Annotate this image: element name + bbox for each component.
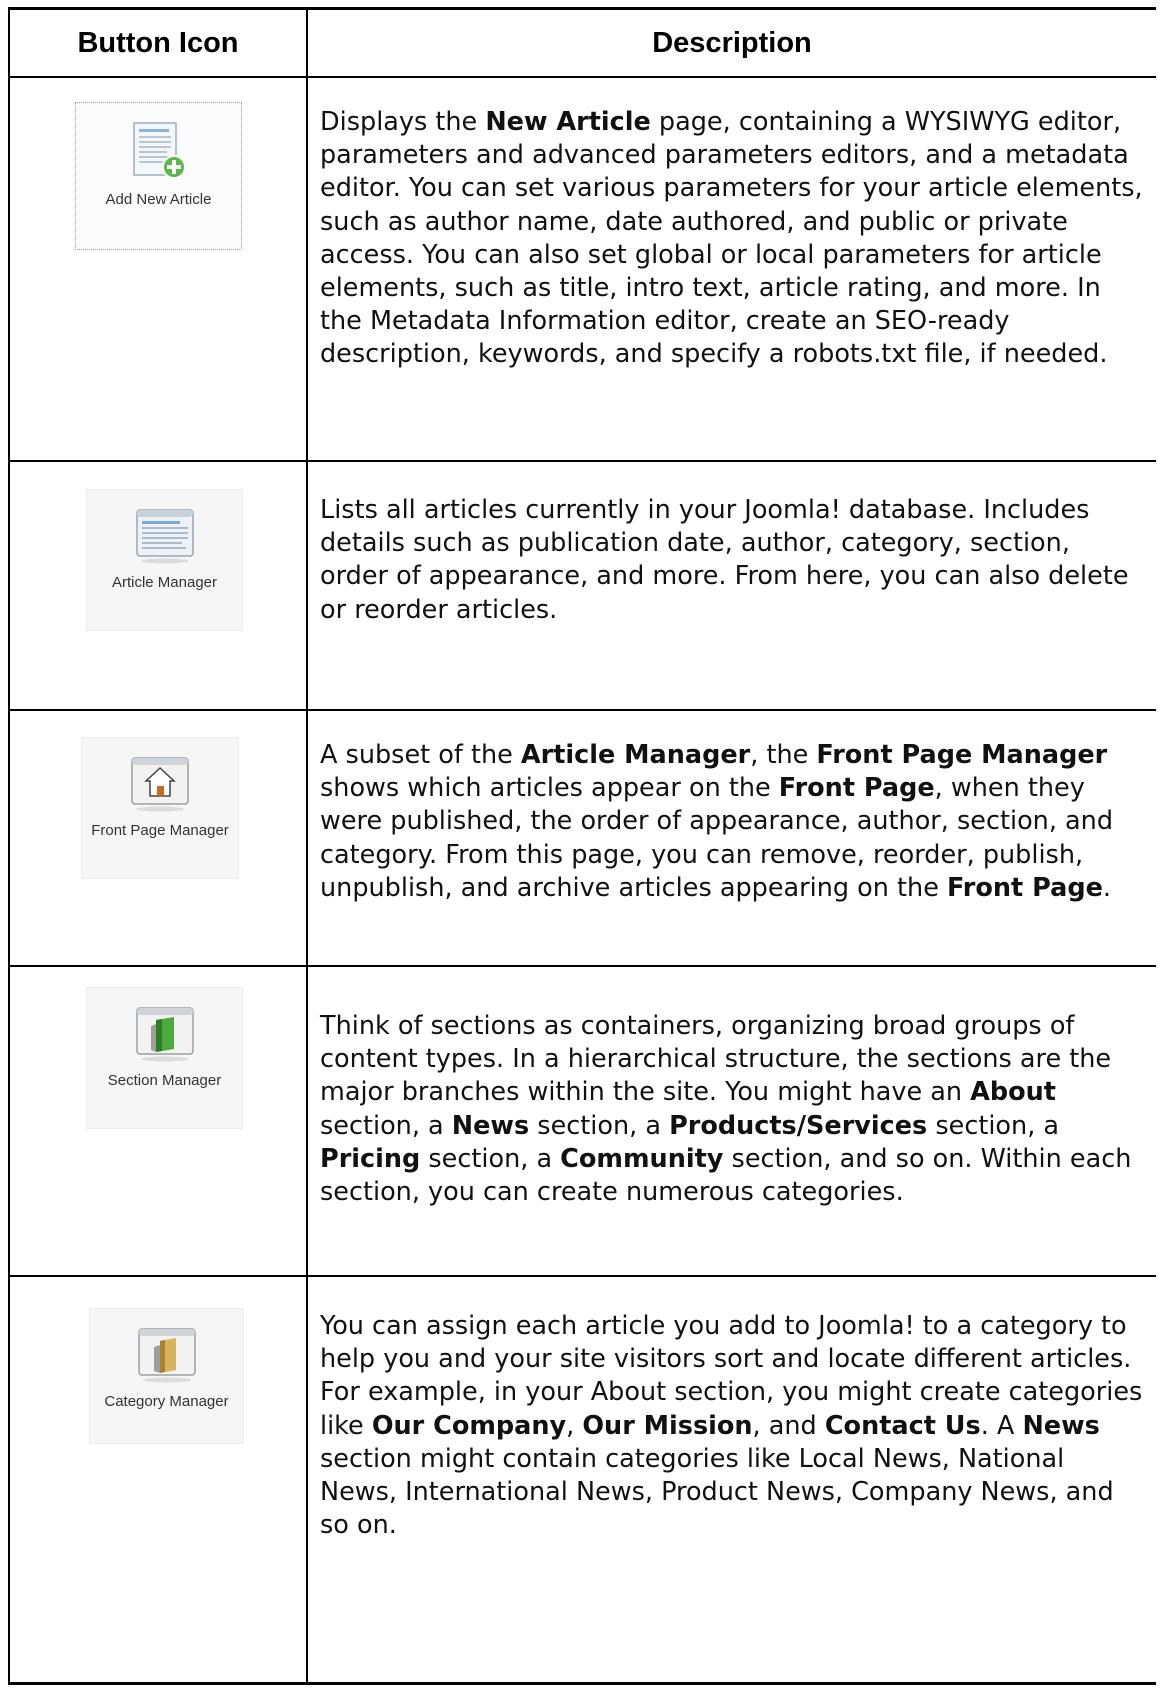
icon-cell: Add New Article [10, 78, 308, 460]
button-label: Add New Article [105, 191, 212, 208]
description-text: Displays the [320, 107, 486, 137]
table-row: Add New Article Displays the New Article… [10, 78, 1156, 462]
bold-term: New Article [485, 107, 651, 137]
bold-term: Our Company [371, 1410, 567, 1441]
table-row: Category Manager You can assign each art… [10, 1277, 1156, 1682]
button-label: Section Manager [107, 1072, 222, 1089]
bold-term: Contact Us [824, 1410, 981, 1441]
button-label: Category Manager [104, 1393, 229, 1410]
description-text: . A [980, 1410, 1023, 1441]
bold-term: Article Manager [520, 740, 751, 770]
bold-term: Products/Services [669, 1110, 928, 1141]
category-manager-button[interactable]: Category Manager [89, 1308, 244, 1444]
header-description: Description [652, 26, 812, 59]
icon-cell: Article Manager [10, 462, 308, 709]
description-cell: Displays the New Article page, containin… [308, 78, 1156, 460]
button-label: Article Manager [111, 574, 218, 591]
description-cell: Think of sections as containers, organiz… [308, 967, 1156, 1275]
description-cell: Lists all articles currently in your Joo… [308, 462, 1156, 709]
article-manager-icon [135, 509, 194, 564]
bold-term: About [970, 1077, 1056, 1108]
bold-term: News [1022, 1410, 1100, 1441]
bold-term: Front Page [778, 773, 935, 804]
section-manager-button[interactable]: Section Manager [86, 987, 243, 1129]
bold-term: Front Page Manager [816, 740, 1108, 770]
bold-term: Our Mission [582, 1410, 753, 1441]
button-label: Front Page Manager [91, 822, 229, 839]
description-text: , [566, 1410, 583, 1441]
description-text: , and [752, 1410, 825, 1441]
description-text: section, a [927, 1110, 1060, 1141]
description-text: A subset of the [320, 740, 521, 770]
row-description: Displays the New Article page, containin… [320, 106, 1146, 372]
bold-term: Front Page [947, 872, 1103, 903]
icon-cell: Front Page Manager [10, 711, 308, 965]
description-text: section might contain categories like Lo… [320, 1443, 1114, 1541]
table-row: Front Page Manager A subset of the Artic… [10, 711, 1156, 967]
description-cell: A subset of the Article Manager, the Fro… [308, 711, 1156, 965]
description-text: section, a [320, 1110, 452, 1141]
description-text: . [1102, 872, 1111, 903]
table-row: Section Manager Think of sections as con… [10, 967, 1156, 1277]
description-text: , the [750, 740, 817, 770]
table-header-row: Button Icon Description [10, 10, 1156, 78]
article-manager-button[interactable]: Article Manager [86, 489, 243, 631]
icon-cell: Section Manager [10, 967, 308, 1275]
front-page-manager-icon [131, 757, 189, 812]
section-manager-icon [135, 1007, 194, 1062]
row-description: You can assign each article you add to J… [320, 1310, 1146, 1542]
description-text: shows which articles appear on the [320, 773, 779, 804]
front-page-manager-button[interactable]: Front Page Manager [81, 737, 239, 879]
description-text: page, containing a WYSIWYG editor, param… [320, 107, 1143, 370]
row-description: A subset of the Article Manager, the Fro… [320, 739, 1146, 905]
description-text: Lists all articles currently in your Joo… [320, 495, 1129, 625]
button-icon-table: Button Icon Description Add New Article … [8, 7, 1156, 1685]
row-description: Think of sections as containers, organiz… [320, 1010, 1146, 1209]
description-text: section, a [529, 1110, 670, 1141]
bold-term: Pricing [320, 1143, 421, 1174]
header-button-icon: Button Icon [10, 10, 308, 76]
description-cell: You can assign each article you add to J… [308, 1277, 1156, 1682]
category-manager-icon [137, 1328, 196, 1383]
bold-term: News [451, 1110, 530, 1141]
table-row: Article Manager Lists all articles curre… [10, 462, 1156, 711]
row-description: Lists all articles currently in your Joo… [320, 494, 1146, 627]
bold-term: Community [560, 1143, 724, 1174]
description-text: section, a [420, 1143, 561, 1174]
icon-cell: Category Manager [10, 1277, 308, 1682]
add-new-article-icon [132, 122, 186, 179]
add-new-article-button[interactable]: Add New Article [75, 102, 242, 250]
